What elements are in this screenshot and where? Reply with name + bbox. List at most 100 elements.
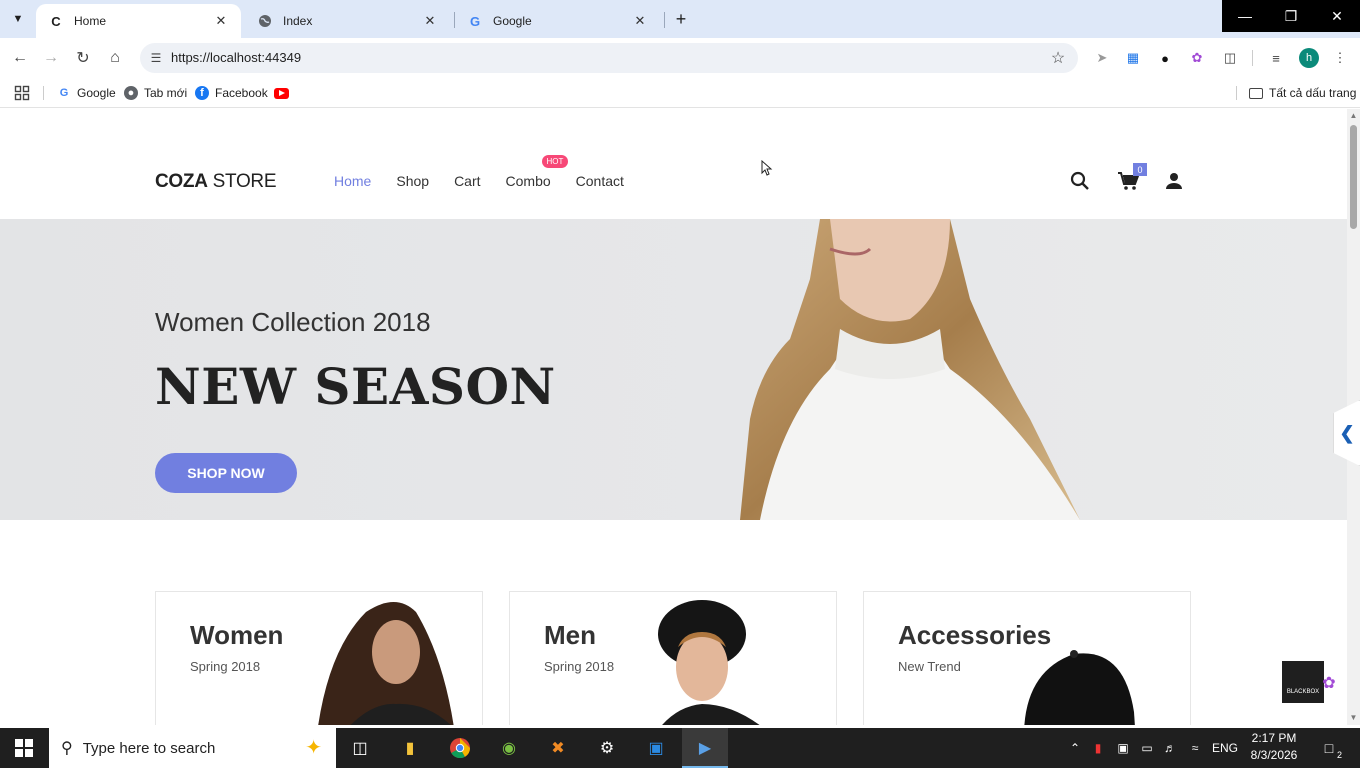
bookmark-star-icon[interactable]: ☆ [1048, 48, 1068, 68]
nav-contact[interactable]: Contact [576, 173, 624, 189]
visual-studio-icon[interactable]: ▶ [689, 732, 721, 764]
logo-bold-text: COZA [155, 171, 208, 192]
site-favicon-icon: C [51, 13, 61, 29]
close-icon[interactable]: ✕ [422, 13, 438, 29]
bookmark-label: Facebook [215, 86, 268, 100]
site-logo[interactable]: COZA STORE [155, 171, 277, 193]
url-text[interactable]: https://localhost:44349 [171, 50, 301, 65]
hero-subtitle: Women Collection 2018 [155, 307, 431, 337]
tab-search-button[interactable]: ▼ [6, 7, 30, 31]
banner-subtitle: New Trend [898, 659, 961, 674]
windows-taskbar: ⚲ Type here to search ✦ ◫ ▮ ◉ ✖ ⚙ ▣ ▶ ⌃ … [0, 728, 1360, 768]
profile-avatar[interactable]: h [1299, 48, 1319, 68]
banner-title: Women [190, 620, 284, 650]
bookmark-facebook[interactable]: f Facebook [195, 83, 268, 103]
chevron-left-icon: ❮ [1339, 422, 1355, 443]
battery-icon[interactable]: ▭ [1138, 728, 1156, 768]
search-placeholder: Type here to search [82, 739, 216, 757]
incognito-extension-icon[interactable]: ● [1155, 48, 1175, 68]
tab-home[interactable]: C Home ✕ [36, 4, 241, 38]
compass-icon[interactable]: ➤ [1092, 48, 1112, 68]
banner-subtitle: Spring 2018 [190, 659, 261, 674]
tab-title: Home [74, 14, 107, 28]
bookmark-label: Tab mới [144, 86, 188, 100]
home-icon[interactable]: ⌂ [103, 46, 127, 70]
extensions-puzzle-icon[interactable]: ◫ [1220, 48, 1240, 68]
search-icon: ⚲ [61, 740, 73, 757]
banner-subtitle: Spring 2018 [544, 659, 615, 674]
scroll-thumb[interactable] [1350, 125, 1357, 229]
reload-icon[interactable]: ↻ [71, 46, 95, 70]
translate-icon[interactable]: ▦ [1123, 48, 1143, 68]
chrome-icon[interactable] [444, 732, 476, 764]
bookmark-youtube[interactable] [274, 83, 289, 103]
bookmark-label: Google [77, 86, 116, 100]
taskbar-search-box[interactable]: ⚲ Type here to search ✦ [49, 728, 336, 768]
notification-count: 2 [1336, 750, 1342, 760]
settings-gear-icon[interactable]: ⚙ [591, 732, 623, 764]
men-model-image [658, 600, 760, 725]
address-bar[interactable]: ☰ https://localhost:44349 ☆ [140, 43, 1078, 73]
bookmarks-bar: G Google ● Tab mới f Facebook Tất cả dấu… [0, 78, 1360, 108]
brain-extension-icon[interactable]: ✿ [1187, 48, 1207, 68]
blue-app-icon[interactable]: ▣ [640, 732, 672, 764]
cart-count-badge: 0 [1133, 163, 1147, 176]
facebook-icon: f [195, 86, 209, 100]
minimize-icon[interactable]: — [1222, 0, 1268, 32]
all-bookmarks[interactable]: Tất cả dấu trang [1249, 83, 1356, 103]
women-model-image [318, 602, 454, 725]
main-nav: Home Shop Cart Combo HOT Contact [334, 155, 649, 189]
category-banners: Women Spring 2018 Men Spring 2018 Access… [0, 591, 1347, 725]
nav-combo[interactable]: Combo HOT [506, 155, 569, 189]
bookmark-new-tab[interactable]: ● Tab mới [124, 83, 187, 103]
shop-now-button[interactable]: SHOP NOW [155, 453, 297, 493]
tray-overflow-chevron-icon[interactable]: ⌃ [1066, 728, 1084, 768]
tab-index[interactable]: Index ✕ [245, 4, 450, 38]
clock-date: 8/3/2026 [1250, 748, 1298, 762]
scroll-down-arrow-icon[interactable]: ▼ [1349, 713, 1358, 722]
search-icon[interactable] [1068, 169, 1092, 193]
notification-center-icon[interactable]: □ 2 [1316, 736, 1342, 760]
site-header: COZA STORE Home Shop Cart Combo HOT Cont… [0, 109, 1347, 219]
bookmark-divider [1236, 86, 1237, 100]
taskbar-clock[interactable]: 2:17 PM 8/3/2026 [1246, 730, 1302, 764]
banner-accessories[interactable]: Accessories New Trend [863, 591, 1191, 725]
close-icon[interactable]: ✕ [632, 13, 648, 29]
bookmark-google[interactable]: G Google [57, 83, 116, 103]
apps-grid-icon[interactable] [14, 83, 30, 103]
orange-app-icon[interactable]: ✖ [542, 732, 574, 764]
site-info-icon[interactable]: ☰ [146, 48, 166, 68]
hero-slider: Women Collection 2018 NEW SEASON SHOP NO… [0, 219, 1347, 520]
new-tab-button[interactable]: + [670, 8, 692, 30]
google-icon: G [469, 13, 481, 29]
folder-icon [1249, 87, 1263, 99]
meet-tray-icon[interactable]: ▣ [1114, 728, 1132, 768]
close-icon[interactable]: ✕ [213, 13, 229, 29]
antivirus-tray-icon[interactable]: ▮ [1089, 728, 1107, 768]
windows-start-icon[interactable] [0, 728, 48, 768]
brain-widget-icon[interactable]: ✿ [1318, 672, 1340, 694]
back-icon[interactable]: ← [8, 46, 32, 70]
reading-list-icon[interactable]: ≡ [1266, 48, 1286, 68]
menu-kebab-icon[interactable]: ⋮ [1330, 48, 1350, 68]
language-indicator[interactable]: ENG [1210, 728, 1240, 768]
hot-badge: HOT [541, 155, 569, 168]
restore-icon[interactable]: ❐ [1268, 0, 1314, 32]
globe-icon: ● [124, 86, 138, 100]
wifi-icon[interactable]: ≈ [1186, 728, 1204, 768]
forward-icon[interactable]: → [39, 46, 63, 70]
scroll-up-arrow-icon[interactable]: ▲ [1349, 111, 1358, 120]
page-viewport: COZA STORE Home Shop Cart Combo HOT Cont… [0, 109, 1347, 725]
nav-home[interactable]: Home [334, 173, 371, 189]
banner-women[interactable]: Women Spring 2018 [155, 591, 483, 725]
user-icon[interactable] [1162, 169, 1186, 193]
nav-shop[interactable]: Shop [396, 173, 429, 189]
window-close-icon[interactable]: ✕ [1314, 0, 1360, 32]
task-view-icon[interactable]: ◫ [344, 732, 376, 764]
tab-google[interactable]: G Google ✕ [455, 4, 660, 38]
volume-icon[interactable]: ♬ [1161, 728, 1179, 768]
nav-cart[interactable]: Cart [454, 173, 480, 189]
file-explorer-icon[interactable]: ▮ [394, 732, 426, 764]
green-app-icon[interactable]: ◉ [493, 732, 525, 764]
banner-men[interactable]: Men Spring 2018 [509, 591, 837, 725]
